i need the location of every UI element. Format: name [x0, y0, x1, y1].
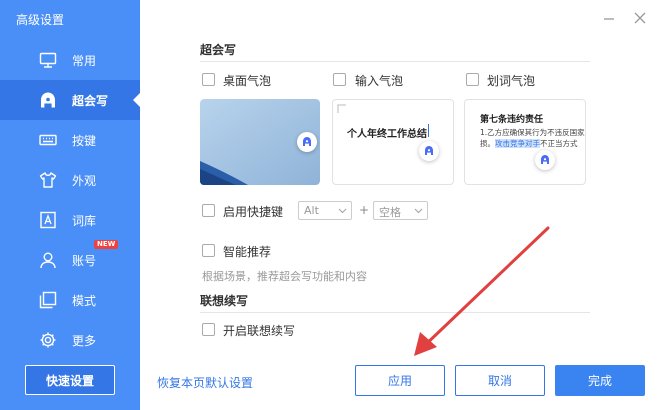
active-indicator: [133, 93, 140, 107]
smart-recommend-hint: 根据场景，推荐超会写功能和内容: [202, 270, 367, 283]
select-bubble-label: 划词气泡: [487, 74, 536, 88]
chevron-down-icon: [338, 208, 347, 214]
hotkey-modifier-select[interactable]: Alt: [298, 201, 352, 220]
smart-recommend-checkbox[interactable]: [202, 244, 215, 257]
apply-button[interactable]: 应用: [355, 365, 445, 396]
cancel-button[interactable]: 取消: [455, 365, 545, 396]
close-icon[interactable]: [632, 10, 648, 26]
input-bubble-checkbox[interactable]: [333, 73, 346, 86]
input-bubble-label: 输入气泡: [355, 74, 404, 88]
bubble-fab: [297, 132, 317, 152]
preview-doc-line: 损。攻击竞争对手不正当方式: [480, 138, 578, 149]
input-bubble-preview[interactable]: 个人年终工作总结: [332, 99, 454, 185]
ai-write-icon: [303, 137, 311, 146]
keyboard-icon: [39, 134, 57, 146]
monitor-icon: [39, 52, 57, 68]
preview-doc-text: 损。: [480, 139, 495, 148]
dictionary-icon: [40, 211, 56, 229]
hotkey-key-select[interactable]: 空格: [373, 201, 428, 220]
desktop-bubble-label: 桌面气泡: [223, 74, 272, 88]
sidebar-item-label: 按键: [72, 134, 97, 148]
sidebar-item-common[interactable]: 常用: [0, 40, 140, 80]
select-bubble-preview[interactable]: 第七条违约责任 1.乙方应确保其行为不违反国家 损。攻击竞争对手不正当方式: [464, 99, 586, 185]
sidebar-item-dictionary[interactable]: 词库: [0, 200, 140, 240]
preview-doc-title: 第七条违约责任: [480, 115, 544, 125]
divider: [200, 61, 590, 62]
sidebar-item-appearance[interactable]: 外观: [0, 160, 140, 200]
sidebar-item-mode[interactable]: 模式: [0, 280, 140, 320]
ai-write-icon: [425, 146, 433, 155]
desktop-bubble-checkbox[interactable]: [202, 73, 215, 86]
sidebar-item-label: 外观: [72, 174, 97, 188]
section-title-continuation: 联想续写: [200, 294, 249, 308]
sidebar-item-label: 更多: [72, 334, 97, 348]
preview-doc-line: 1.乙方应确保其行为不违反国家: [480, 128, 585, 137]
mode-icon: [39, 291, 57, 309]
chevron-down-icon: [414, 208, 423, 214]
ai-write-icon: [541, 155, 549, 164]
user-icon: [40, 252, 56, 269]
sidebar-item-label: 账号: [72, 254, 97, 268]
sidebar-item-label: 词库: [72, 214, 97, 228]
sidebar-item-keys[interactable]: 按键: [0, 120, 140, 160]
hotkey-key-value: 空格: [379, 206, 401, 219]
continuation-checkbox[interactable]: [202, 323, 215, 336]
sidebar: 高级设置 常用 超会写 按键 外观 词库 账号 NEW 模式 更多 快速设置: [0, 0, 140, 410]
preview-highlight: 攻击竞争对手: [495, 139, 540, 148]
gear-icon: [40, 332, 56, 348]
section-title-super-write: 超会写: [200, 43, 237, 57]
sidebar-item-account[interactable]: 账号 NEW: [0, 240, 140, 280]
restore-defaults-link[interactable]: 恢复本页默认设置: [157, 374, 253, 391]
done-button[interactable]: 完成: [555, 365, 645, 396]
minimize-icon[interactable]: [601, 10, 617, 26]
bubble-fab: [535, 150, 555, 170]
preview-input-text: 个人年终工作总结: [347, 129, 427, 140]
shirt-icon: [39, 172, 57, 188]
text-cursor: [428, 124, 429, 137]
sidebar-item-label: 模式: [72, 294, 97, 308]
hotkey-modifier-value: Alt: [304, 204, 319, 217]
preview-doc-text: 不正当方式: [540, 139, 578, 148]
select-bubble-checkbox[interactable]: [466, 73, 479, 86]
new-badge: NEW: [94, 240, 119, 249]
bubble-fab: [419, 141, 439, 161]
continuation-label: 开启联想续写: [223, 324, 296, 338]
plus-sign: +: [359, 203, 370, 217]
desktop-bubble-preview[interactable]: [200, 99, 320, 185]
corner-mark-icon: [337, 104, 346, 113]
annotation-arrow-icon: [414, 226, 550, 356]
hotkey-label: 启用快捷键: [223, 205, 284, 219]
smart-recommend-label: 智能推荐: [223, 245, 272, 259]
sidebar-item-label: 常用: [72, 54, 97, 68]
sidebar-item-super-write[interactable]: 超会写: [0, 80, 140, 120]
window-title: 高级设置: [16, 13, 65, 27]
ai-write-icon: [41, 92, 55, 108]
quick-settings-button[interactable]: 快速设置: [25, 365, 115, 395]
sidebar-item-label: 超会写: [72, 94, 109, 108]
hotkey-checkbox[interactable]: [202, 204, 215, 217]
sidebar-item-more[interactable]: 更多: [0, 320, 140, 360]
